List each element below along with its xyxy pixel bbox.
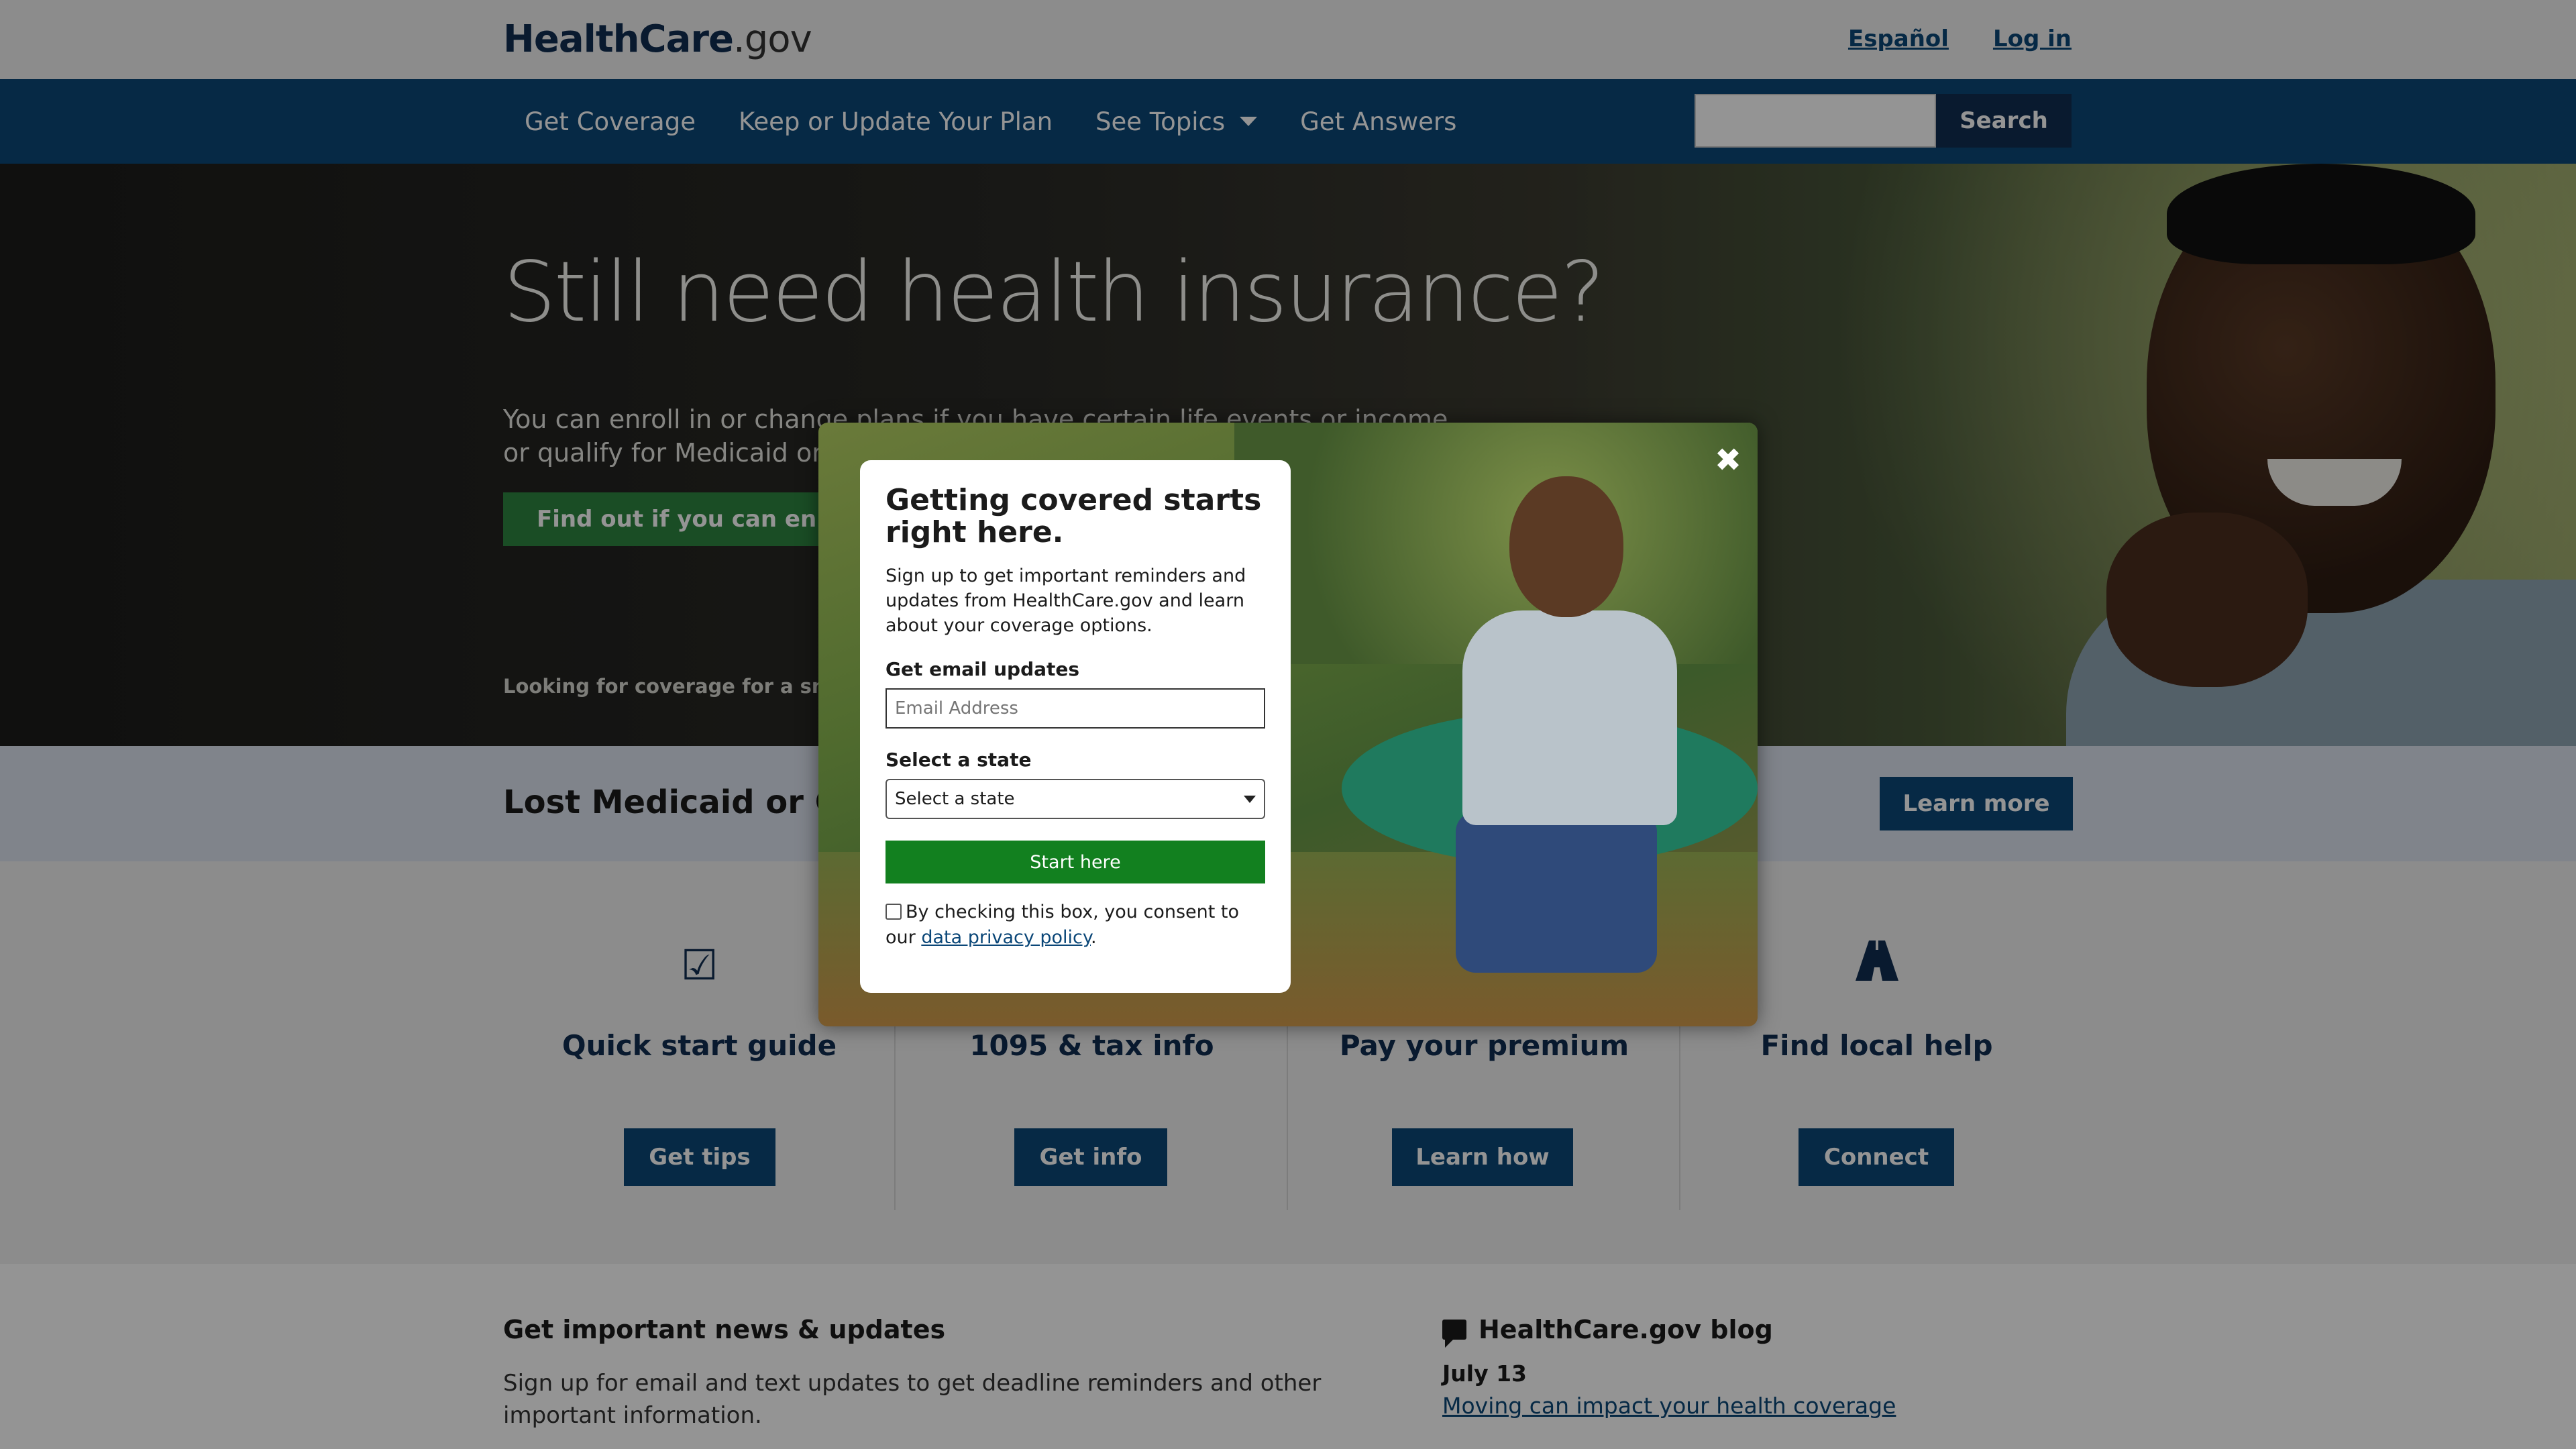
photo-body — [1462, 610, 1677, 825]
start-here-button[interactable]: Start here — [885, 841, 1265, 883]
consent-period: . — [1091, 927, 1097, 948]
state-label: Select a state — [885, 749, 1032, 771]
email-label: Get email updates — [885, 658, 1080, 680]
photo-head — [1509, 476, 1623, 617]
email-signup-modal: ✖ Getting covered starts right here. Sig… — [818, 423, 1758, 1026]
modal-title: Getting covered starts right here. — [885, 483, 1262, 549]
photo-legs — [1456, 812, 1657, 973]
modal-description: Sign up to get important reminders and u… — [885, 566, 1246, 636]
signup-form: Getting covered starts right here. Sign … — [860, 460, 1291, 993]
state-select[interactable]: Select a state — [885, 779, 1265, 819]
chevron-down-icon — [1244, 795, 1256, 803]
privacy-policy-link[interactable]: data privacy policy — [921, 927, 1091, 948]
consent-row: By checking this box, you consent to our… — [885, 900, 1265, 951]
modal-photo-man-with-phone — [1456, 463, 1677, 973]
close-icon[interactable]: ✖ — [1709, 441, 1747, 479]
consent-checkbox[interactable] — [885, 904, 902, 920]
state-select-value: Select a state — [895, 789, 1015, 809]
email-field[interactable] — [885, 688, 1265, 729]
